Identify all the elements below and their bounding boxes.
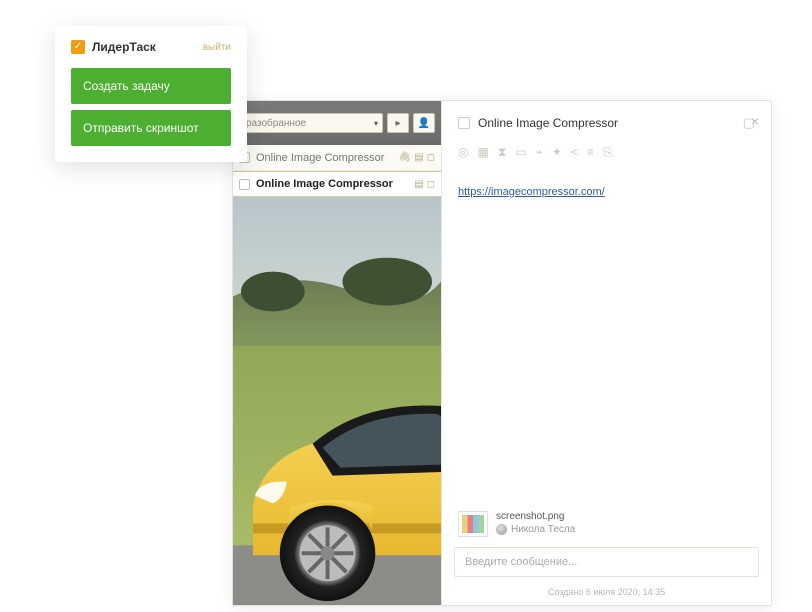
close-icon[interactable]: ×	[751, 113, 759, 129]
flag-icon[interactable]: ▭	[515, 145, 526, 160]
task-link[interactable]: https://imagecompressor.com/	[458, 186, 605, 198]
attachment-icon[interactable]: ⎘	[603, 145, 613, 160]
detail-meta-icons: ◎ ▦ ⧗ ▭ ⌁ ✦ < ≡ ⎘	[458, 145, 755, 160]
left-pane: разобранное ▾ ▸ 👤 Online Image Compresso…	[233, 101, 442, 605]
category-dropdown[interactable]: разобранное ▾	[239, 113, 383, 133]
message-input[interactable]: Введите сообщение...	[454, 547, 759, 577]
attachment-thumbnail	[458, 511, 488, 537]
task-list: Online Image Compressor 🖇 ▤ ◻ Online Ima…	[233, 145, 441, 197]
toolbar-user-button[interactable]: 👤	[413, 113, 435, 133]
attachment-filename: screenshot.png	[496, 511, 575, 522]
detail-body: https://imagecompressor.com/	[442, 168, 771, 505]
chevron-down-icon: ▾	[374, 119, 378, 128]
attachment-meta: screenshot.png Никола Тесла	[496, 511, 575, 535]
attachment-author-name: Никола Тесла	[511, 524, 575, 535]
popup-header: ЛидерТаск выйти	[71, 40, 231, 54]
calendar-icon[interactable]: ▦	[477, 145, 488, 160]
user-icon[interactable]: ◎	[458, 145, 468, 160]
created-timestamp: Создано 6 июля 2020, 14:35	[442, 587, 771, 605]
app-window: разобранное ▾ ▸ 👤 Online Image Compresso…	[232, 100, 772, 606]
task-checkbox[interactable]	[239, 179, 250, 190]
note-icon: ▤	[414, 152, 423, 163]
toolbar-play-button[interactable]: ▸	[387, 113, 409, 133]
thumbnail-icon	[462, 515, 484, 533]
tag-icon[interactable]: ⌁	[536, 145, 543, 160]
logout-link[interactable]: выйти	[203, 42, 231, 53]
brand: ЛидерТаск	[71, 40, 156, 54]
attachment-author: Никола Тесла	[496, 524, 575, 535]
pin-icon[interactable]: ✦	[552, 145, 562, 160]
brand-name: ЛидерТаск	[92, 40, 156, 54]
detail-header: × Online Image Compressor ▢ ◎ ▦ ⧗ ▭ ⌁ ✦ …	[442, 101, 771, 168]
extension-popup: ЛидерТаск выйти Создать задачу Отправить…	[55, 26, 247, 162]
detail-title: Online Image Compressor	[478, 116, 735, 130]
dropdown-label: разобранное	[246, 118, 306, 129]
task-row[interactable]: Online Image Compressor ▤ ◻	[233, 171, 441, 197]
share-icon[interactable]: <	[571, 145, 578, 160]
task-row[interactable]: Online Image Compressor 🖇 ▤ ◻	[233, 145, 441, 171]
paperclip-icon: 🖇	[399, 152, 412, 163]
hourglass-icon[interactable]: ⧗	[498, 145, 506, 160]
task-row-icons: 🖇 ▤ ◻	[399, 152, 435, 163]
detail-title-row: Online Image Compressor ▢	[458, 115, 755, 131]
create-task-button[interactable]: Создать задачу	[71, 68, 231, 104]
brand-logo-icon	[71, 40, 85, 54]
task-title: Online Image Compressor	[256, 178, 408, 190]
avatar-icon	[496, 524, 507, 535]
note-icon: ▤	[414, 179, 423, 190]
send-screenshot-button[interactable]: Отправить скриншот	[71, 110, 231, 146]
attachment-row[interactable]: screenshot.png Никола Тесла	[442, 505, 771, 547]
list-icon[interactable]: ≡	[587, 145, 594, 160]
task-title: Online Image Compressor	[256, 152, 393, 164]
detail-pane: × Online Image Compressor ▢ ◎ ▦ ⧗ ▭ ⌁ ✦ …	[442, 101, 771, 605]
bookmark-icon: ◻	[427, 152, 435, 163]
toolbar: разобранное ▾ ▸ 👤	[233, 101, 441, 145]
task-row-icons: ▤ ◻	[414, 179, 435, 190]
user-icon: 👤	[418, 118, 430, 129]
detail-checkbox[interactable]	[458, 117, 470, 129]
bookmark-icon: ◻	[427, 179, 435, 190]
screenshot-preview	[233, 197, 441, 605]
play-icon: ▸	[395, 118, 400, 129]
